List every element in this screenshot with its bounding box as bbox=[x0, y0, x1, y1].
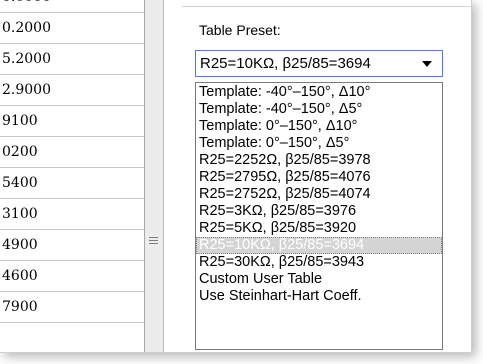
pane-splitter[interactable] bbox=[145, 0, 164, 352]
preset-option[interactable]: Template: -40°–150°, Δ10° bbox=[196, 84, 442, 101]
table-cell[interactable]: 0200 bbox=[0, 137, 144, 168]
table-preset-label: Table Preset: bbox=[199, 22, 281, 38]
table-cell[interactable]: 0.0000 bbox=[0, 0, 144, 13]
preset-option[interactable]: Template: 0°–150°, Δ10° bbox=[196, 118, 442, 135]
preset-option-highlighted[interactable]: R25=10KΩ, β25/85=3694 bbox=[196, 237, 442, 254]
preset-option[interactable]: Use Steinhart-Hart Coeff. bbox=[196, 288, 442, 305]
preset-option[interactable]: Custom User Table bbox=[196, 271, 442, 288]
preset-option[interactable]: Template: -40°–150°, Δ5° bbox=[196, 101, 442, 118]
divider bbox=[182, 6, 471, 7]
chevron-down-icon[interactable] bbox=[422, 61, 432, 67]
table-cell[interactable]: 4900 bbox=[0, 230, 144, 261]
table-cell[interactable]: 4600 bbox=[0, 261, 144, 292]
preset-option[interactable]: Template: 0°–150°, Δ5° bbox=[196, 135, 442, 152]
window-frame: 0.0000 0.2000 5.2000 2.9000 9100 0200 54… bbox=[0, 0, 472, 353]
preset-option[interactable]: R25=5KΩ, β25/85=3920 bbox=[196, 220, 442, 237]
table-cell[interactable]: 3100 bbox=[0, 199, 144, 230]
table-cell[interactable]: 7900 bbox=[0, 292, 144, 323]
table-cell[interactable]: 5400 bbox=[0, 168, 144, 199]
preset-pane: Table Preset: R25=10KΩ, β25/85=3694 Temp… bbox=[164, 0, 471, 352]
preset-option[interactable]: R25=2795Ω, β25/85=4076 bbox=[196, 169, 442, 186]
table-preset-dropdown-list: Template: -40°–150°, Δ10° Template: -40°… bbox=[195, 82, 443, 350]
table-preset-selected-value: R25=10KΩ, β25/85=3694 bbox=[200, 55, 371, 72]
preset-option[interactable]: R25=2252Ω, β25/85=3978 bbox=[196, 152, 442, 169]
preset-option[interactable]: R25=2752Ω, β25/85=4074 bbox=[196, 186, 442, 203]
preset-option[interactable]: R25=30KΩ, β25/85=3943 bbox=[196, 254, 442, 271]
preset-option[interactable]: R25=3KΩ, β25/85=3976 bbox=[196, 203, 442, 220]
table-preset-select[interactable]: R25=10KΩ, β25/85=3694 bbox=[195, 50, 443, 77]
splitter-grip-icon[interactable] bbox=[149, 237, 158, 246]
table-cell[interactable]: 9100 bbox=[0, 106, 144, 137]
table-cell[interactable]: 2.9000 bbox=[0, 75, 144, 106]
value-table: 0.0000 0.2000 5.2000 2.9000 9100 0200 54… bbox=[0, 0, 145, 352]
table-cell[interactable]: 5.2000 bbox=[0, 44, 144, 75]
table-cell[interactable]: 0.2000 bbox=[0, 13, 144, 44]
